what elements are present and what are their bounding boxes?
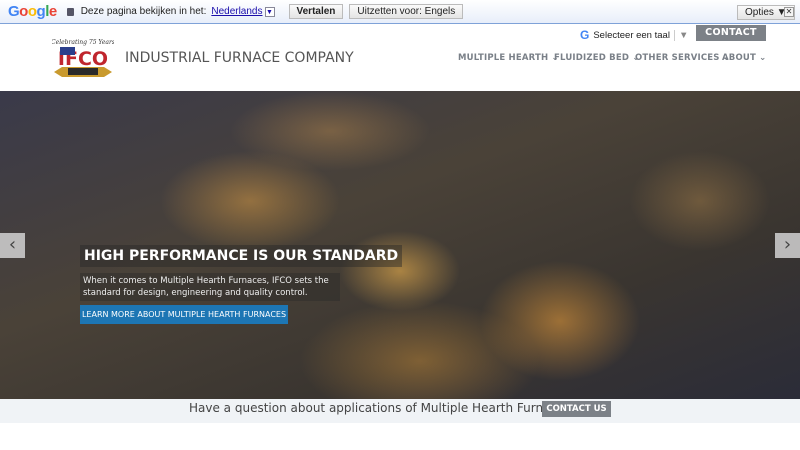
google-g-icon: G [580,28,590,42]
turn-off-button[interactable]: Uitzetten voor: Engels [349,4,464,19]
nav-multiple-hearth[interactable]: MULTIPLE HEARTH ⌄ [458,53,559,63]
svg-text:Celebrating 75 Years: Celebrating 75 Years [52,39,114,46]
lock-icon [66,7,74,16]
translate-button[interactable]: Vertalen [288,4,344,19]
google-logo: Google [8,3,57,20]
translate-prompt: Deze pagina bekijken in het: [80,6,207,17]
learn-more-button[interactable]: LEARN MORE ABOUT MULTIPLE HEARTH FURNACE… [80,305,288,324]
nav-label: MULTIPLE HEARTH [458,53,549,63]
slider-prev-button[interactable]: ‹ [0,233,25,258]
language-link[interactable]: Nederlands [211,6,262,17]
company-name[interactable]: INDUSTRIAL FURNACE COMPANY [125,50,354,66]
question-contact-button[interactable]: CONTACT US [542,401,611,417]
question-text: Have a question about applications of Mu… [189,401,578,415]
hero-title: HIGH PERFORMANCE IS OUR STANDARD [80,245,403,267]
ifco-logo[interactable]: Celebrating 75 Years IFCO [52,36,114,80]
header-contact-button[interactable]: CONTACT US [696,25,766,54]
select-language[interactable]: G Selecteer een taal ▼ [580,28,688,42]
chevron-down-icon: ⌄ [759,53,767,63]
select-language-label: Selecteer een taal [593,29,670,41]
nav-fluidized-bed[interactable]: FLUIDIZED BED ⌄ [554,53,640,63]
translate-bar: Google Deze pagina bekijken in het: Nede… [0,0,800,24]
language-dropdown-icon[interactable]: ▼ [264,6,275,17]
nav-about[interactable]: ABOUT ⌄ [722,53,766,63]
nav-other-services[interactable]: OTHER SERVICES ⌄ [635,53,730,63]
hero-subtitle: When it comes to Multiple Hearth Furnace… [80,273,340,301]
nav-label: ABOUT [722,53,756,63]
dropdown-arrow-icon: ▼ [673,29,688,41]
nav-label: OTHER SERVICES [635,53,720,63]
close-icon[interactable]: ✕ [784,7,794,17]
nav-label: FLUIDIZED BED [554,53,630,63]
slider-next-button[interactable]: › [775,233,800,258]
